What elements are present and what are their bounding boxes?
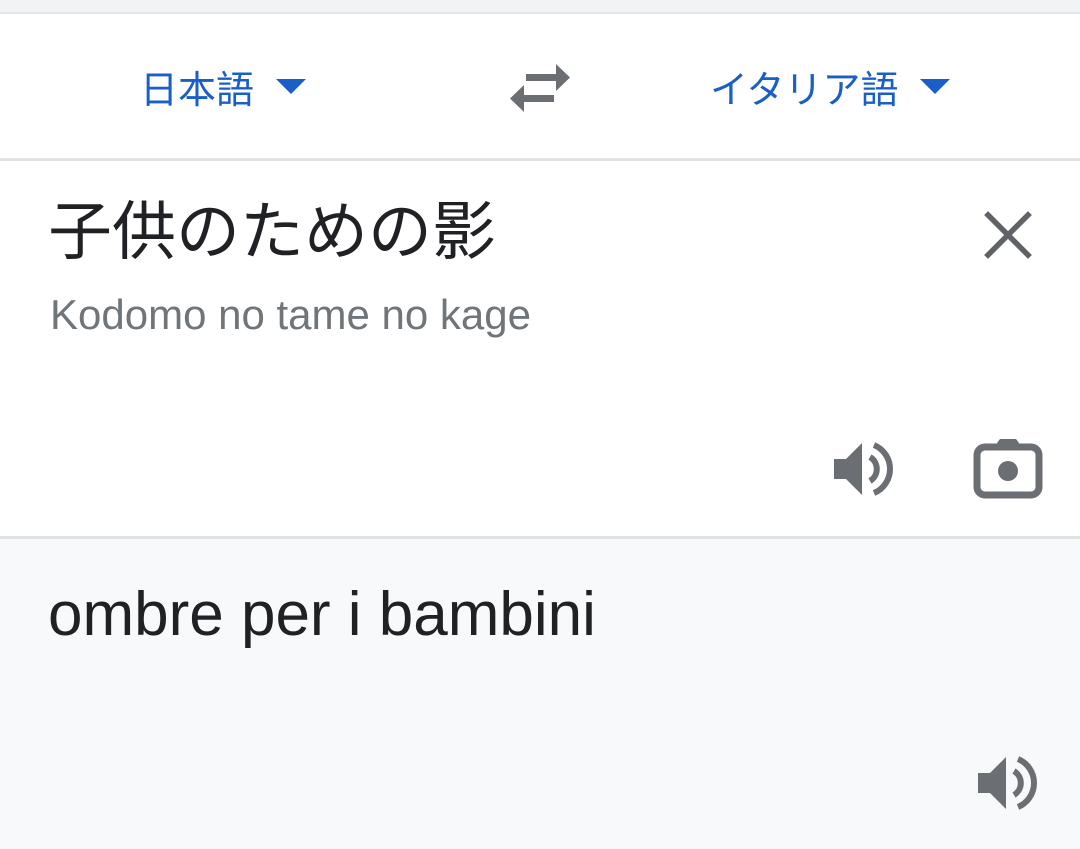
camera-icon xyxy=(973,439,1043,499)
source-text[interactable]: 子供のための影 xyxy=(48,196,496,271)
listen-source-button[interactable] xyxy=(832,437,896,501)
camera-button[interactable] xyxy=(972,435,1044,501)
dropdown-caret-icon xyxy=(920,78,951,94)
status-strip xyxy=(0,0,1080,14)
source-language-label: 日本語 xyxy=(140,67,255,112)
clear-text-button[interactable] xyxy=(982,209,1034,261)
swap-arrows-icon xyxy=(510,64,570,112)
speaker-icon xyxy=(978,756,1037,810)
swap-languages-button[interactable] xyxy=(508,62,572,114)
target-language-selector[interactable]: イタリア語 xyxy=(710,56,951,116)
translate-app: 日本語 イタリア語 子供のための影 Kodomo no tame no kage xyxy=(0,0,1080,849)
output-panel: ombre per i bambini xyxy=(0,539,1080,849)
language-bar: 日本語 イタリア語 xyxy=(0,14,1080,158)
romanization-text: Kodomo no tame no kage xyxy=(50,291,531,338)
translation-text: ombre per i bambini xyxy=(48,580,596,649)
listen-translation-button[interactable] xyxy=(976,751,1040,815)
speaker-icon xyxy=(834,442,893,496)
source-language-selector[interactable]: 日本語 xyxy=(140,56,307,116)
close-icon xyxy=(984,211,1032,259)
input-panel[interactable]: 子供のための影 Kodomo no tame no kage xyxy=(0,161,1080,536)
dropdown-caret-icon xyxy=(276,78,307,94)
target-language-label: イタリア語 xyxy=(710,67,899,112)
